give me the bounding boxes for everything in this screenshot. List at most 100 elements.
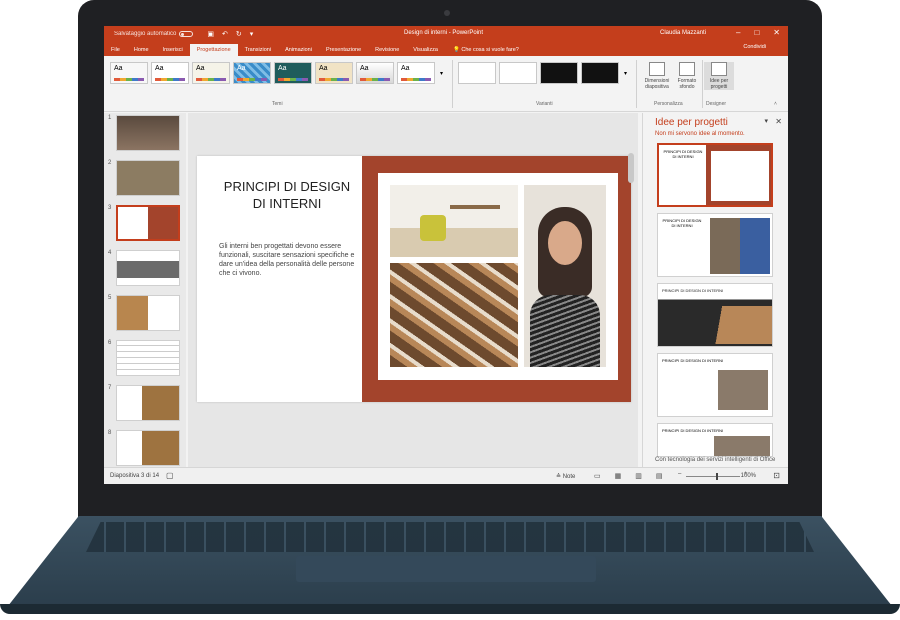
tab-insert[interactable]: Inserisci (156, 44, 190, 56)
slide-canvas[interactable]: PRINCIPI DI DESIGN DI INTERNI Gli intern… (188, 113, 638, 467)
share-button[interactable]: Condividi (743, 44, 766, 50)
dismiss-ideas-link[interactable]: Non mi servono idee al momento. (655, 131, 745, 137)
theme-option[interactable]: Aa (274, 62, 312, 84)
slide-thumbnail[interactable]: 8 (104, 428, 186, 467)
reading-view-icon[interactable]: ▥ (635, 472, 642, 480)
pane-title: Idee per progetti (655, 117, 728, 128)
design-idea-thumbnail[interactable]: PRINCIPI DI DESIGN DI INTERNI (657, 353, 773, 417)
autosave-toggle[interactable]: Salvataggio automatico (114, 31, 194, 37)
webcam (444, 10, 450, 16)
slide-sorter-icon[interactable]: ▦ (615, 472, 622, 480)
tell-me-box[interactable]: 💡 Che cosa si vuole fare? (453, 44, 519, 56)
tab-animations[interactable]: Animazioni (278, 44, 319, 56)
redo-icon[interactable]: ↻ (236, 30, 242, 38)
tab-slideshow[interactable]: Presentazione (319, 44, 368, 56)
variant-option[interactable] (458, 62, 496, 84)
laptop-bezel (78, 484, 822, 520)
tab-file[interactable]: File (104, 44, 127, 56)
normal-view-icon[interactable]: ▭ (594, 472, 601, 480)
design-idea-thumbnail[interactable]: PRINCIPI DI DESIGN DI INTERNI (657, 423, 773, 457)
variant-option[interactable] (540, 62, 578, 84)
idea-title: PRINCIPI DI DESIGN DI INTERNI (662, 288, 724, 293)
zoom-out-icon[interactable]: – (678, 471, 681, 477)
idea-title: PRINCIPI DI DESIGN DI INTERNI (662, 428, 724, 433)
ribbon-tabs: File Home Inserisci Progettazione Transi… (104, 42, 788, 56)
zoom-slider[interactable] (686, 473, 740, 480)
slide-thumbnail[interactable]: 6 (104, 338, 186, 383)
zoom-level[interactable]: 100% (741, 473, 756, 479)
slide-thumbnail[interactable]: 5 (104, 293, 186, 338)
theme-option[interactable]: Aa (110, 62, 148, 84)
design-idea-thumbnail[interactable]: PRINCIPI DI DESIGN DI INTERNI (657, 213, 773, 277)
variants-more-icon[interactable]: ▾ (624, 70, 627, 77)
notes-button[interactable]: ≙ Note (556, 473, 575, 480)
variant-option[interactable] (581, 62, 619, 84)
design-ideas-pane: Idee per progetti ▾ ✕ Non mi servono ide… (642, 113, 788, 467)
user-name[interactable]: Claudia Mazzanti (660, 30, 706, 36)
theme-option[interactable]: Aa (315, 62, 353, 84)
undo-icon[interactable]: ↶ (222, 30, 228, 38)
pane-options-icon[interactable]: ▾ (764, 117, 768, 125)
fit-to-window-icon[interactable]: ⊡ (773, 471, 780, 480)
current-slide[interactable]: PRINCIPI DI DESIGN DI INTERNI Gli intern… (197, 156, 631, 402)
slide-thumbnail[interactable]: 1 (104, 113, 186, 158)
theme-glyph: Aa (401, 65, 410, 72)
photo-portrait[interactable] (524, 185, 606, 367)
theme-glyph: Aa (319, 65, 328, 72)
theme-glyph: Aa (360, 65, 369, 72)
design-ideas-button[interactable]: Idee per progetti (704, 62, 734, 90)
theme-option[interactable]: Aa (192, 62, 230, 84)
ribbon-separator (636, 60, 637, 108)
photo-frame (378, 173, 618, 380)
slide-thumbnail[interactable]: 2 (104, 158, 186, 203)
tab-view[interactable]: Visualizza (406, 44, 445, 56)
idea-title: PRINCIPI DI DESIGN DI INTERNI (662, 218, 702, 228)
slide-size-button[interactable]: Dimensioni diapositiva (642, 62, 672, 90)
slide-size-icon (649, 62, 665, 76)
thumbnail-number: 1 (108, 115, 112, 121)
close-pane-icon[interactable]: ✕ (775, 117, 782, 126)
theme-option[interactable]: Aa (233, 62, 271, 84)
slide-counter: Diapositiva 3 di 14 (110, 473, 160, 479)
themes-more-icon[interactable]: ▾ (440, 70, 443, 77)
slide-body-text[interactable]: Gli interni ben progettati devono essere… (219, 242, 359, 278)
tab-transitions[interactable]: Transizioni (238, 44, 278, 56)
slide-thumbnail[interactable]: 4 (104, 248, 186, 293)
thumbnail-image (116, 250, 180, 286)
tab-home[interactable]: Home (127, 44, 156, 56)
toggle-icon (179, 31, 194, 37)
thumbnail-number: 8 (108, 430, 112, 436)
theme-glyph: Aa (155, 65, 164, 72)
quick-access-toolbar: ▣ ↶ ↻ ▾ (207, 30, 253, 38)
slide-thumbnail-selected[interactable]: 3 (104, 203, 186, 248)
collapse-ribbon-icon[interactable]: ˄ (774, 101, 777, 107)
variant-option[interactable] (499, 62, 537, 84)
close-icon[interactable]: ✕ (773, 28, 780, 37)
canvas-scrollbar[interactable] (628, 153, 634, 183)
slide-thumbnail[interactable]: 7 (104, 383, 186, 428)
slide-title[interactable]: PRINCIPI DI DESIGN DI INTERNI (217, 178, 357, 212)
theme-glyph: Aa (237, 65, 246, 72)
thumbnail-number: 7 (108, 385, 112, 391)
idea-title: PRINCIPI DI DESIGN DI INTERNI (663, 149, 703, 159)
save-icon[interactable]: ▣ (207, 30, 214, 38)
theme-option[interactable]: Aa (397, 62, 435, 84)
title-bar: Salvataggio automatico ▣ ↶ ↻ ▾ Design di… (104, 26, 788, 42)
tab-review[interactable]: Revisione (368, 44, 406, 56)
accessibility-icon[interactable]: ▢ (166, 471, 174, 480)
customize-qat-icon[interactable]: ▾ (250, 30, 254, 38)
format-background-icon (679, 62, 695, 76)
photo-staircase[interactable] (390, 263, 518, 367)
maximize-icon[interactable]: □ (754, 28, 759, 37)
thumbnail-number: 5 (108, 295, 112, 301)
tab-design[interactable]: Progettazione (189, 44, 238, 56)
design-idea-thumbnail[interactable]: PRINCIPI DI DESIGN DI INTERNI (657, 283, 773, 347)
photo-desk-chair[interactable] (390, 185, 518, 257)
keyboard (86, 522, 814, 552)
format-background-button[interactable]: Formato sfondo (672, 62, 702, 90)
theme-option[interactable]: Aa (356, 62, 394, 84)
theme-option[interactable]: Aa (151, 62, 189, 84)
design-idea-thumbnail[interactable]: PRINCIPI DI DESIGN DI INTERNI (657, 143, 773, 207)
minimize-icon[interactable]: – (736, 28, 740, 37)
slideshow-icon[interactable]: ▤ (656, 472, 663, 480)
